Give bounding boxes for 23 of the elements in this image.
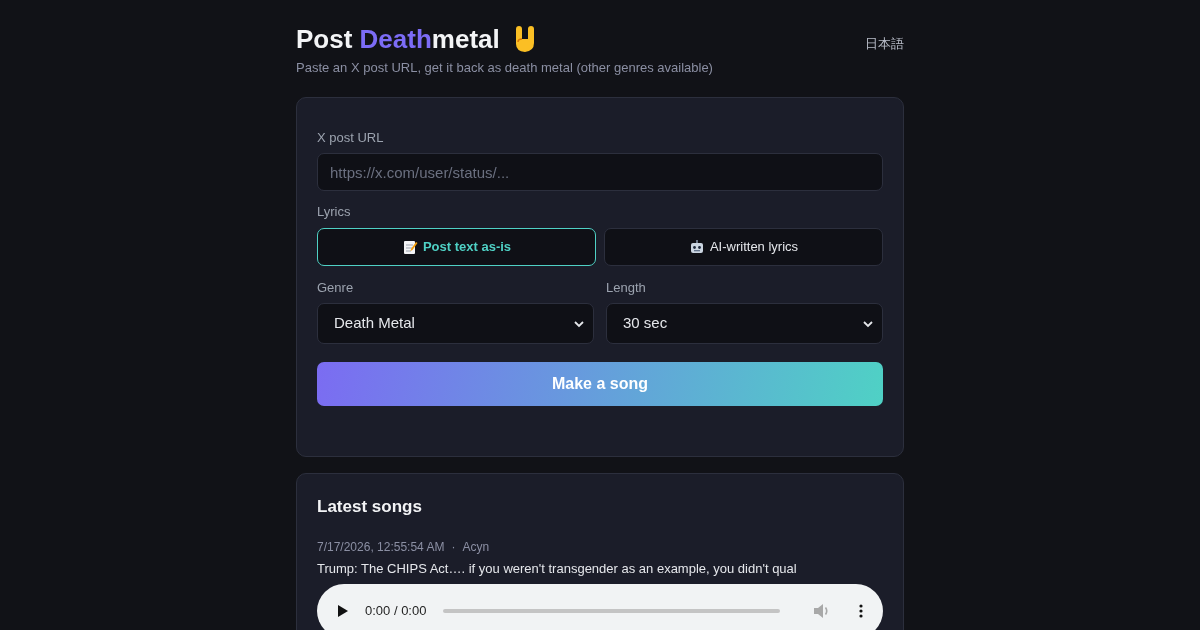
song-date: 7/17/2026, 12:55:54 AM xyxy=(317,538,445,556)
separator-dot: · xyxy=(451,538,456,556)
more-icon[interactable] xyxy=(859,604,863,618)
genre-label: Genre xyxy=(317,278,355,297)
subtitle: Paste an X post URL, get it back as death metal (other genres available) xyxy=(296,59,713,77)
length-select[interactable]: 30 sec xyxy=(606,303,883,344)
language-link[interactable]: 日本語 xyxy=(865,34,904,54)
play-icon[interactable] xyxy=(337,604,349,618)
lyrics-option[interactable]: AI-written lyrics xyxy=(604,227,883,266)
length-label: Length xyxy=(606,278,647,297)
robot-icon xyxy=(688,238,705,255)
lyrics-label: Lyrics xyxy=(317,203,352,221)
song-text: Trump: The CHIPS Act…. if you weren't transgender as an example, you didn't qual xyxy=(317,559,798,578)
url-label: X post URL xyxy=(317,128,385,147)
time-display: 0:00 / 0:00 xyxy=(365,602,427,621)
app-title: Post Deathmetal xyxy=(296,23,500,56)
progress-track[interactable] xyxy=(443,609,780,613)
song-author: Acyn xyxy=(462,538,490,556)
section-title: Latest songs xyxy=(317,496,423,518)
genre-select[interactable]: Death Metal xyxy=(317,303,594,344)
url-field[interactable]: https://x.com/user/status/... xyxy=(317,153,883,191)
memo-icon xyxy=(401,238,418,255)
lyrics-option[interactable]: Post text as-is xyxy=(317,227,596,266)
